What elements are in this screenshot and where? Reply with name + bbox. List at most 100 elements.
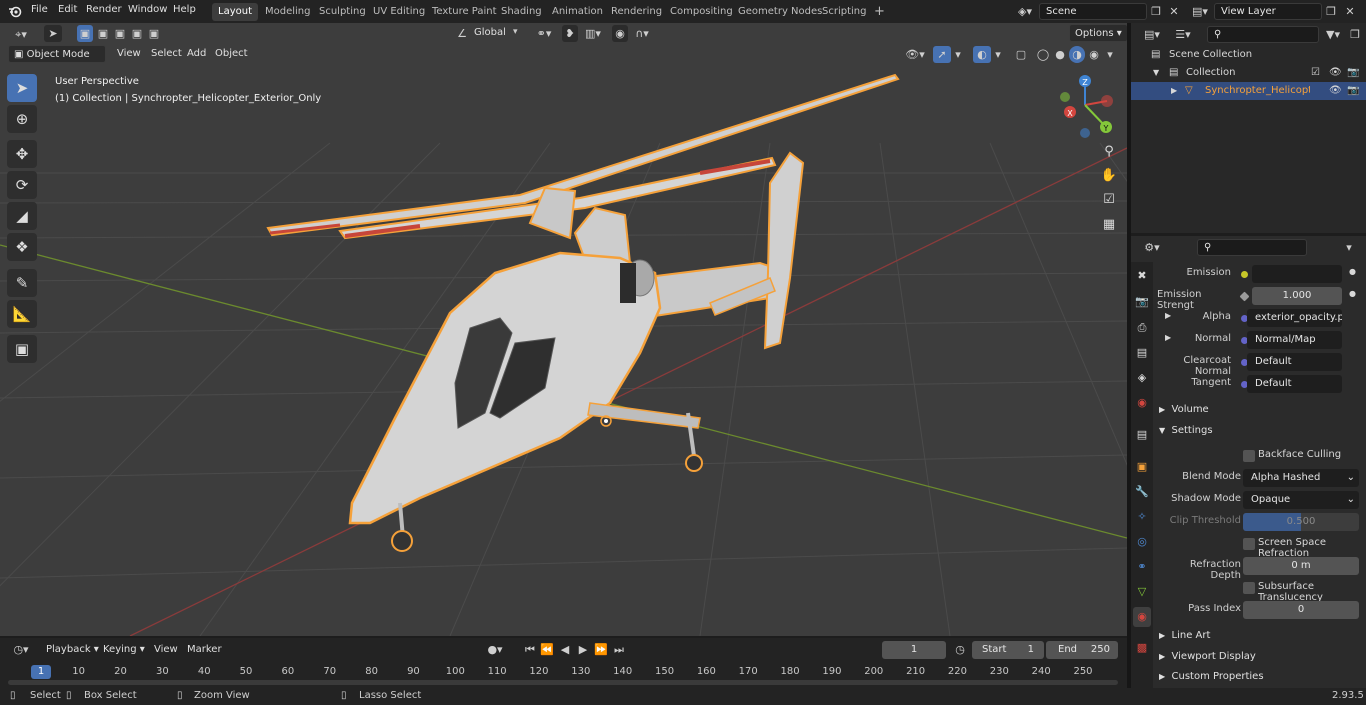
viewport-menu-select[interactable]: Select <box>151 48 182 59</box>
properties-editor-type-icon[interactable]: ⚙▾ <box>1139 239 1165 256</box>
menu-file[interactable]: File <box>31 4 48 15</box>
section-volume-header[interactable]: ▶ Volume <box>1159 404 1209 415</box>
proportional-falloff-icon[interactable]: ∩▾ <box>630 25 654 42</box>
delete-view-layer-icon[interactable]: ✕ <box>1342 3 1358 20</box>
tool-annotate-icon[interactable]: ✎ <box>7 269 37 297</box>
new-view-layer-icon[interactable]: ❐ <box>1323 3 1339 20</box>
blend-mode-dropdown[interactable]: Alpha Hashed ⌄ <box>1243 469 1359 487</box>
navigation-gizmo[interactable]: Z X Y <box>1055 75 1115 141</box>
object-visibility-icon[interactable]: 👁▾ <box>902 46 928 63</box>
keyframe-dot-icon[interactable]: ● <box>1349 267 1356 276</box>
overlays-dropdown-icon[interactable]: ▾ <box>992 46 1004 63</box>
blender-logo-icon[interactable] <box>8 4 22 18</box>
tab-texture-paint[interactable]: Texture Paint <box>426 3 503 21</box>
tool-select-box-icon[interactable]: ➤ <box>7 74 37 102</box>
perspective-toggle-icon[interactable]: ▦ <box>1098 214 1120 236</box>
menu-render[interactable]: Render <box>86 4 122 15</box>
outliner-editor-type-icon[interactable]: ▤▾ <box>1139 26 1165 43</box>
editor-type-icon[interactable]: ⌖▾ <box>8 26 34 43</box>
outliner-filter-icon[interactable]: ▼▾ <box>1321 26 1345 43</box>
collapse-arrow-icon[interactable]: ▼ <box>1153 64 1159 82</box>
delete-scene-icon[interactable]: ✕ <box>1166 3 1182 20</box>
properties-search-input[interactable]: ⚲ <box>1197 239 1307 256</box>
outliner-row-collection[interactable]: ▼ ▤ Collection ☑ 👁 📷 <box>1131 64 1366 82</box>
tool-move-icon[interactable]: ✥ <box>7 140 37 168</box>
clearcoat-normal-field[interactable]: Default <box>1247 353 1342 371</box>
viewport-menu-add[interactable]: Add <box>187 48 206 59</box>
shading-solid-icon[interactable]: ● <box>1052 46 1068 63</box>
modifier-tab-icon[interactable]: 🔧 <box>1133 482 1151 502</box>
backface-culling-checkbox[interactable] <box>1243 450 1255 462</box>
render-camera-icon[interactable]: 📷 <box>1347 82 1359 100</box>
menu-window[interactable]: Window <box>128 4 167 15</box>
tab-rendering[interactable]: Rendering <box>605 3 668 21</box>
alpha-input-field[interactable]: exterior_opacity.png <box>1247 309 1342 327</box>
pan-view-icon[interactable]: ✋ <box>1098 165 1120 187</box>
outliner-search-input[interactable]: ⚲ <box>1207 26 1319 43</box>
normal-input-field[interactable]: Normal/Map <box>1247 331 1342 349</box>
exclude-checkbox-icon[interactable]: ☑ <box>1311 64 1320 82</box>
snap-target-icon[interactable]: ▥▾ <box>580 25 606 42</box>
tool-rotate-icon[interactable]: ⟳ <box>7 171 37 199</box>
data-tab-icon[interactable]: ▽ <box>1133 582 1151 602</box>
timeline-scrollbar[interactable] <box>8 680 1118 685</box>
tab-layout[interactable]: Layout <box>212 3 258 21</box>
tab-compositing[interactable]: Compositing <box>664 3 739 21</box>
select-mode-intersect-icon[interactable]: ▣ <box>146 25 162 42</box>
section-line-art-header[interactable]: ▶ Line Art <box>1159 630 1210 641</box>
gizmo-dropdown-icon[interactable]: ▾ <box>952 46 964 63</box>
section-viewport-display-header[interactable]: ▶ Viewport Display <box>1159 651 1256 662</box>
object-tab-icon[interactable]: ▣ <box>1133 457 1151 477</box>
add-workspace-button[interactable]: + <box>868 3 891 21</box>
viewport-menu-view[interactable]: View <box>117 48 141 59</box>
tool-transform-icon[interactable]: ❖ <box>7 233 37 261</box>
shading-wireframe-icon[interactable]: ◯ <box>1035 46 1051 63</box>
material-tab-icon[interactable]: ◉ <box>1133 607 1151 627</box>
menu-help[interactable]: Help <box>173 4 196 15</box>
visibility-eye-icon[interactable]: 👁 <box>1329 64 1342 82</box>
select-mode-subtract-icon[interactable]: ▣ <box>112 25 128 42</box>
refraction-depth-field[interactable]: 0 m <box>1243 557 1359 575</box>
physics-tab-icon[interactable]: ◎ <box>1133 532 1151 552</box>
tab-sculpting[interactable]: Sculpting <box>313 3 372 21</box>
viewport-menu-object[interactable]: Object <box>215 48 248 59</box>
keyframe-dot-icon[interactable]: ● <box>1349 289 1356 298</box>
pivot-point-icon[interactable]: ⚭▾ <box>532 25 556 42</box>
constraints-tab-icon[interactable]: ⚭ <box>1133 557 1151 577</box>
tool-tab-icon[interactable]: ✖ <box>1133 266 1151 286</box>
select-mode-invert-icon[interactable]: ▣ <box>129 25 145 42</box>
camera-view-icon[interactable]: ☑ <box>1098 189 1120 211</box>
proportional-edit-icon[interactable]: ◉ <box>612 25 628 42</box>
tool-add-cube-icon[interactable]: ▣ <box>7 335 37 363</box>
properties-options-icon[interactable]: ▾ <box>1341 239 1357 256</box>
view-layer-selector-icon[interactable]: ▤▾ <box>1188 3 1212 20</box>
view-layer-field[interactable]: View Layer <box>1214 3 1322 20</box>
zoom-view-icon[interactable]: ⚲ <box>1098 141 1120 163</box>
options-dropdown[interactable]: Options ▾ <box>1069 24 1127 42</box>
scene-name-field[interactable]: Scene <box>1039 3 1147 20</box>
subsurface-translucency-checkbox[interactable] <box>1243 582 1255 594</box>
shading-material-icon[interactable]: ◑ <box>1069 46 1085 63</box>
view-layer-tab-icon[interactable]: ▤ <box>1133 343 1151 363</box>
section-settings-header[interactable]: ▼ Settings <box>1159 425 1213 436</box>
world-tab-icon[interactable]: ◉ <box>1133 393 1151 413</box>
outliner-row-scene-collection[interactable]: ▤ Scene Collection <box>1131 46 1366 64</box>
tangent-field[interactable]: Default <box>1247 375 1342 393</box>
tab-shading[interactable]: Shading <box>495 3 548 21</box>
3d-viewport[interactable]: ⌖▾ ➤ ▣ ▣ ▣ ▣ ▣ ∠ Global ▾ ⚭▾ ❥ ▥▾ ◉ ∩▾ O… <box>0 23 1127 636</box>
tab-scripting[interactable]: Scripting <box>816 3 872 21</box>
xray-toggle-icon[interactable]: ▢ <box>1013 46 1029 63</box>
expand-arrow-icon[interactable]: ▶ <box>1171 82 1177 100</box>
select-mode-extend-icon[interactable]: ▣ <box>95 25 111 42</box>
scene-selector-icon[interactable]: ◈▾ <box>1013 3 1037 20</box>
new-collection-icon[interactable]: ❐ <box>1347 26 1363 43</box>
outliner-row-helicopter-object[interactable]: ▶ ▽ Synchropter_Helicopter_E 👁 📷 <box>1131 82 1366 100</box>
gizmo-toggle-icon[interactable]: ➚ <box>933 46 951 63</box>
scene-tab-icon[interactable]: ◈ <box>1133 368 1151 388</box>
section-custom-properties-header[interactable]: ▶ Custom Properties <box>1159 671 1264 682</box>
outliner-display-mode-icon[interactable]: ☰▾ <box>1171 26 1195 43</box>
shadow-mode-dropdown[interactable]: Opaque ⌄ <box>1243 491 1359 509</box>
emission-color-field[interactable] <box>1252 265 1342 283</box>
render-tab-icon[interactable]: 📷 <box>1133 292 1151 312</box>
pass-index-field[interactable]: 0 <box>1243 601 1359 619</box>
